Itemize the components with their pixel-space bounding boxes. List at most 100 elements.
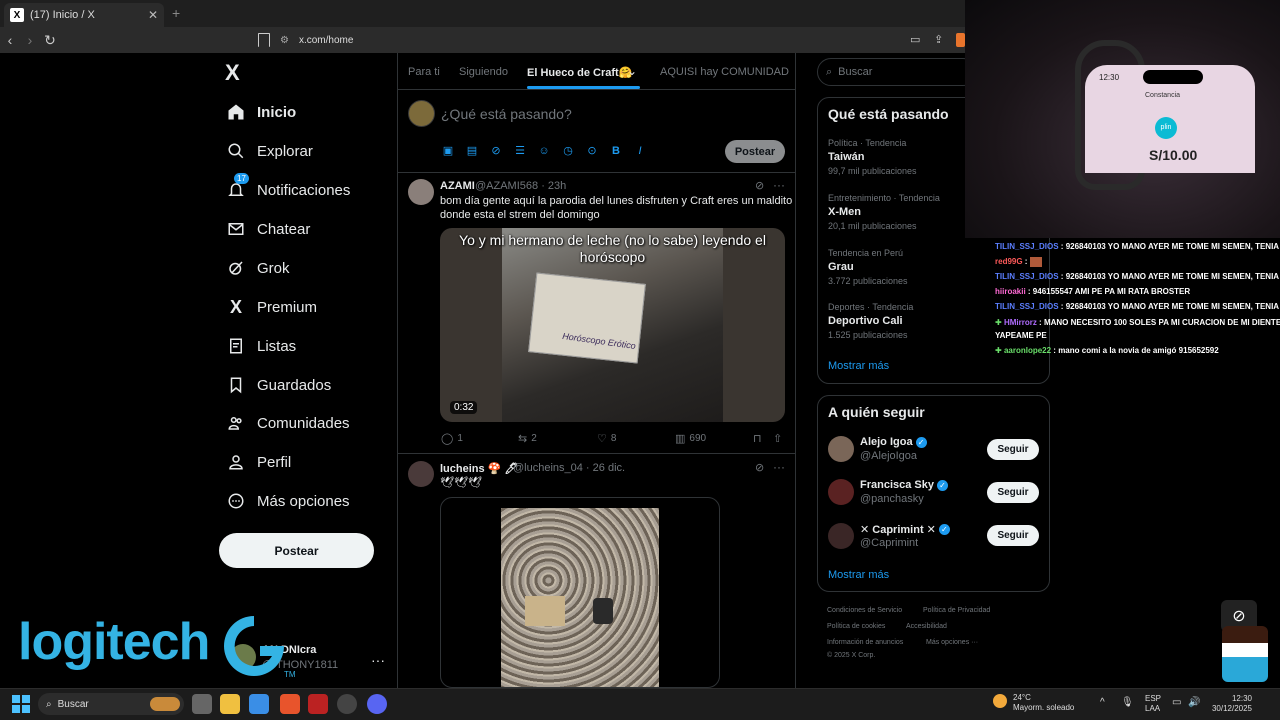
trend-name[interactable]: Deportivo Cali [828, 315, 903, 327]
obs-icon[interactable] [337, 694, 357, 714]
schedule-icon[interactable]: ◷ [561, 144, 575, 158]
trend-name[interactable]: Taiwán [828, 151, 864, 163]
url-field[interactable]: ⚙ x.com/home [280, 30, 940, 50]
more-icon[interactable]: ··· [773, 178, 785, 192]
site-info-icon[interactable]: ⚙ [280, 35, 289, 46]
volume-icon[interactable]: 🔊 [1188, 697, 1200, 708]
clock[interactable]: 12:30 30/12/2025 [1208, 694, 1252, 714]
brave-icon[interactable] [956, 33, 965, 47]
grok-icon[interactable]: ⊘ [755, 461, 764, 474]
footer-link[interactable]: Accesibilidad [906, 623, 947, 630]
sidebar-item-mas-opciones[interactable]: Más opciones [225, 486, 350, 516]
trends-show-more-link[interactable]: Mostrar más [828, 360, 889, 372]
follow-show-more-link[interactable]: Mostrar más [828, 569, 889, 581]
weather-icon[interactable] [993, 694, 1007, 708]
forward-icon[interactable]: › [20, 32, 40, 48]
tweet-handle[interactable]: @AZAMI568 · 23h [475, 180, 566, 192]
sidebar-item-listas[interactable]: Listas [225, 331, 296, 361]
taskbar-search[interactable]: ⌕ Buscar [38, 693, 184, 715]
compose-post-button[interactable]: Postear [725, 140, 785, 163]
follow-name[interactable]: Alejo Igoa ✓ [860, 436, 927, 448]
discord-icon[interactable] [367, 694, 387, 714]
app-icon[interactable] [308, 694, 328, 714]
more-icon[interactable]: ··· [773, 460, 785, 474]
trend-name[interactable]: Grau [828, 261, 854, 273]
gif-icon[interactable]: ▤ [465, 144, 479, 158]
avatar[interactable] [408, 100, 435, 127]
sidebar-item-inicio[interactable]: Inicio [225, 97, 296, 127]
file-explorer-icon[interactable] [220, 694, 240, 714]
chevron-up-icon[interactable]: ^ [1100, 697, 1105, 708]
new-tab-button[interactable]: + [172, 5, 180, 21]
store-icon[interactable] [249, 694, 269, 714]
reply-button[interactable]: ◯ 1 [441, 432, 463, 445]
sidebar-item-notificaciones[interactable]: 17 Notificaciones [225, 173, 350, 205]
bold-icon[interactable]: B [609, 144, 623, 158]
sidebar-item-guardados[interactable]: Guardados [225, 370, 331, 400]
bookmark-page-icon[interactable] [258, 33, 270, 47]
footer-link[interactable]: Condiciones de Servicio [827, 607, 902, 614]
share-button[interactable]: ⇧ [773, 432, 786, 445]
weather-widget[interactable]: 24°C Mayorm. soleado [1013, 693, 1074, 713]
bookmark-button[interactable]: ⊓ [753, 432, 766, 445]
avatar[interactable] [408, 461, 434, 487]
cast-icon[interactable]: ▭ [910, 33, 920, 46]
tab-para-ti[interactable]: Para ti [408, 66, 440, 78]
brave-icon[interactable] [280, 694, 300, 714]
sidebar-item-comunidades[interactable]: Comunidades [225, 408, 350, 438]
windows-start-icon[interactable] [12, 695, 30, 713]
emoji-icon[interactable]: ☺ [537, 144, 551, 158]
poll-icon[interactable]: ☰ [513, 144, 527, 158]
footer-link[interactable]: Política de cookies [827, 623, 885, 630]
avatar[interactable] [828, 523, 854, 549]
sidebar-item-premium[interactable]: X Premium [225, 292, 317, 322]
avatar[interactable] [828, 436, 854, 462]
tweet-video[interactable]: Horóscopo Erótico Yo y mi hermano de lec… [440, 228, 785, 422]
footer-link[interactable]: Información de anuncios [827, 639, 903, 646]
browser-tab[interactable]: X (17) Inicio / X ✕ [4, 3, 164, 27]
views-button[interactable]: ▥ 690 [675, 432, 706, 445]
tab-close-icon[interactable]: ✕ [148, 8, 158, 22]
avatar[interactable] [828, 479, 854, 505]
task-view-icon[interactable] [192, 694, 212, 714]
repost-button[interactable]: ⇆ 2 [518, 432, 537, 445]
tweet-handle[interactable]: @lucheins_04 · 26 dic. [513, 462, 625, 474]
share-icon[interactable]: ⇪ [934, 33, 943, 46]
x-logo-icon[interactable]: X [225, 60, 247, 85]
grok-icon[interactable]: ⊘ [755, 179, 764, 192]
tweet-image[interactable] [440, 497, 720, 688]
network-icon[interactable]: ▭ [1172, 697, 1181, 708]
tab-siguiendo[interactable]: Siguiendo [459, 66, 508, 78]
follow-button[interactable]: Seguir [987, 482, 1039, 503]
avatar[interactable] [408, 179, 434, 205]
grok-icon[interactable]: ⊘ [489, 144, 503, 158]
tab-el-hueco-de-craft[interactable]: El Hueco de Craft🤗 [527, 66, 632, 79]
sidebar-item-chatear[interactable]: Chatear [225, 214, 310, 244]
image-icon[interactable]: ▣ [441, 144, 455, 158]
tweet-author-name[interactable]: lucheins 🍄 🖊 [440, 462, 518, 475]
back-icon[interactable]: ‹ [0, 32, 20, 48]
compose-input[interactable]: ¿Qué está pasando? [441, 106, 572, 122]
trend-name[interactable]: X-Men [828, 206, 861, 218]
tab-aquisi-hay-comunidad[interactable]: AQUISI hay COMUNIDAD [660, 66, 789, 78]
footer-link[interactable]: Política de Privacidad [923, 607, 990, 614]
footer-link[interactable]: Más opciones ··· [926, 639, 978, 646]
follow-button[interactable]: Seguir [987, 525, 1039, 546]
sidebar-item-grok[interactable]: Grok [225, 253, 290, 283]
search-input[interactable]: ⌕ Buscar [817, 58, 977, 86]
italic-icon[interactable]: I [633, 144, 647, 158]
post-button[interactable]: Postear [219, 533, 374, 568]
mic-icon[interactable]: 🎙 [1121, 697, 1134, 708]
like-button[interactable]: ♡ 8 [597, 432, 616, 445]
reload-icon[interactable]: ↻ [40, 32, 60, 49]
location-icon[interactable]: ⊙ [585, 144, 599, 158]
account-more-icon[interactable]: ··· [371, 652, 385, 668]
follow-name[interactable]: Francisca Sky ✓ [860, 479, 948, 491]
sidebar-item-perfil[interactable]: Perfil [225, 447, 291, 477]
language-indicator[interactable]: ESP LAA [1145, 694, 1161, 714]
follow-button[interactable]: Seguir [987, 439, 1039, 460]
sidebar-item-explorar[interactable]: Explorar [225, 136, 313, 166]
tweet-author-name[interactable]: AZAMI [440, 180, 475, 192]
chevron-down-icon[interactable]: ⌄ [627, 64, 637, 78]
follow-name[interactable]: ✕ Caprimint ✕ ✓ [860, 523, 950, 536]
